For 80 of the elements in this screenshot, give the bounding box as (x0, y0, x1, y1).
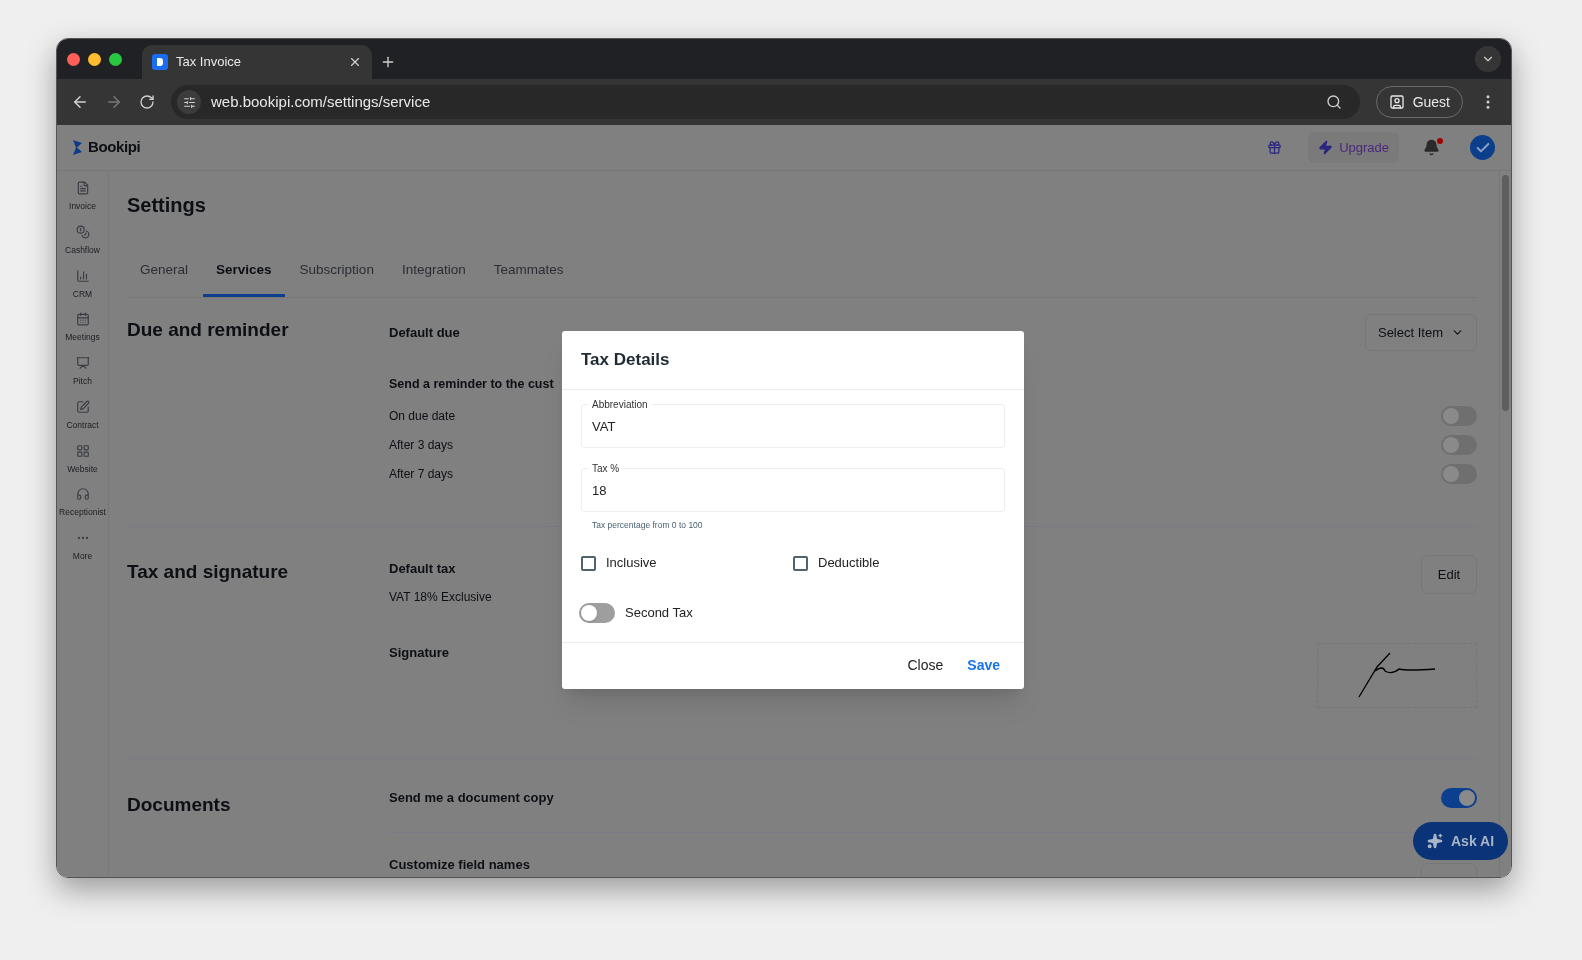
setting-label: Send a reminder to the cust (389, 376, 555, 394)
checkbox-label: Inclusive (606, 554, 657, 573)
scrollbar[interactable] (1499, 171, 1511, 877)
select-dropdown[interactable]: Select Item (1364, 314, 1477, 352)
toggle-label: Second Tax (625, 604, 693, 622)
settings-tab[interactable]: Teammates (480, 260, 577, 298)
save-button[interactable]: Save (959, 651, 1008, 681)
minimize-window-icon[interactable] (88, 52, 101, 66)
sidebar-item[interactable]: Receptionist (57, 485, 109, 521)
field-value: VAT (592, 417, 616, 436)
reminder-label: After 3 days (389, 437, 454, 454)
tab-list-button[interactable] (1475, 46, 1501, 72)
checkbox-label: Deductible (818, 554, 880, 573)
forward-icon[interactable] (105, 93, 123, 111)
maximize-window-icon[interactable] (109, 52, 122, 66)
dialog-title: Tax Details (581, 349, 671, 371)
page-title: Settings (127, 193, 207, 218)
setting-label: Default tax (389, 560, 456, 578)
grid-icon (75, 443, 90, 458)
back-icon[interactable] (71, 93, 89, 111)
field-hint: Tax percentage from 0 to 100 (592, 518, 704, 532)
document-copy-toggle[interactable] (1441, 787, 1477, 808)
setting-label: Customize field names (389, 855, 530, 874)
settings-tab[interactable]: Integration (388, 260, 479, 298)
avatar-icon[interactable] (1470, 135, 1495, 160)
reminder-toggle[interactable] (1441, 435, 1477, 455)
settings-tab[interactable]: Subscription (286, 260, 387, 298)
sidebar-item[interactable]: More (57, 529, 109, 565)
address-bar[interactable]: web.bookipi.com/settings/service (171, 85, 1360, 119)
pen-icon (75, 399, 90, 414)
setting-label: Send me a document copy (389, 788, 554, 807)
notification-bell-icon[interactable] (1423, 139, 1440, 156)
reminder-label: After 7 days (389, 466, 454, 483)
browser-tab[interactable]: Tax Invoice (142, 45, 372, 79)
setting-label: Signature (389, 643, 449, 662)
section-title: Due and reminder (127, 318, 290, 343)
brand-name: Bookipi (88, 137, 141, 158)
setting-label: Default due (389, 324, 461, 342)
default-tax-value: VAT 18% Exclusive (389, 588, 492, 606)
sidebar-item[interactable]: Cashflow (57, 222, 109, 259)
upgrade-button[interactable]: Upgrade (1308, 132, 1399, 163)
bar-chart-icon (75, 268, 90, 283)
site-settings-icon[interactable] (177, 90, 201, 114)
sparkle-icon (1427, 833, 1443, 849)
zoom-icon[interactable] (1325, 94, 1342, 110)
coins-icon (75, 224, 90, 239)
sidebar-item[interactable]: Contract (57, 397, 109, 434)
close-button[interactable]: Close (899, 651, 952, 681)
sidebar-item[interactable]: Meetings (57, 310, 109, 346)
section-title: Documents (127, 792, 232, 817)
second-tax-toggle[interactable] (579, 602, 615, 623)
new-tab-icon[interactable] (380, 54, 396, 70)
reminder-label: On due date (389, 408, 456, 425)
tab-title: Tax Invoice (176, 53, 243, 72)
url-text: web.bookipi.com/settings/service (211, 91, 432, 112)
checkbox[interactable] (793, 555, 808, 571)
headset-icon (75, 487, 90, 502)
settings-tab[interactable]: Services (203, 260, 285, 298)
document-icon (75, 181, 90, 195)
field-value: 18 (592, 481, 607, 500)
settings-tab[interactable]: General (127, 260, 202, 298)
close-window-icon[interactable] (67, 52, 80, 66)
sidebar-item[interactable]: Pitch (57, 354, 109, 390)
presentation-icon (75, 356, 90, 370)
edit-button[interactable]: Edit (1421, 555, 1477, 594)
reload-icon[interactable] (139, 94, 155, 110)
profile-icon (1388, 94, 1405, 110)
section-title: Tax and signature (127, 560, 290, 584)
lightning-icon (1318, 140, 1334, 155)
checkbox[interactable] (581, 555, 596, 571)
close-tab-icon[interactable] (348, 55, 362, 69)
reminder-toggle[interactable] (1441, 464, 1477, 484)
reminder-toggle[interactable] (1441, 406, 1477, 426)
ask-ai-button[interactable]: Ask AI (1413, 822, 1509, 860)
sidebar-item[interactable]: CRM (57, 266, 109, 303)
sidebar-item[interactable]: Invoice (57, 179, 109, 215)
sidebar-item[interactable]: Website (57, 441, 109, 478)
favicon-icon (152, 54, 168, 70)
gift-icon[interactable] (1267, 140, 1283, 155)
calendar-icon (75, 312, 90, 327)
